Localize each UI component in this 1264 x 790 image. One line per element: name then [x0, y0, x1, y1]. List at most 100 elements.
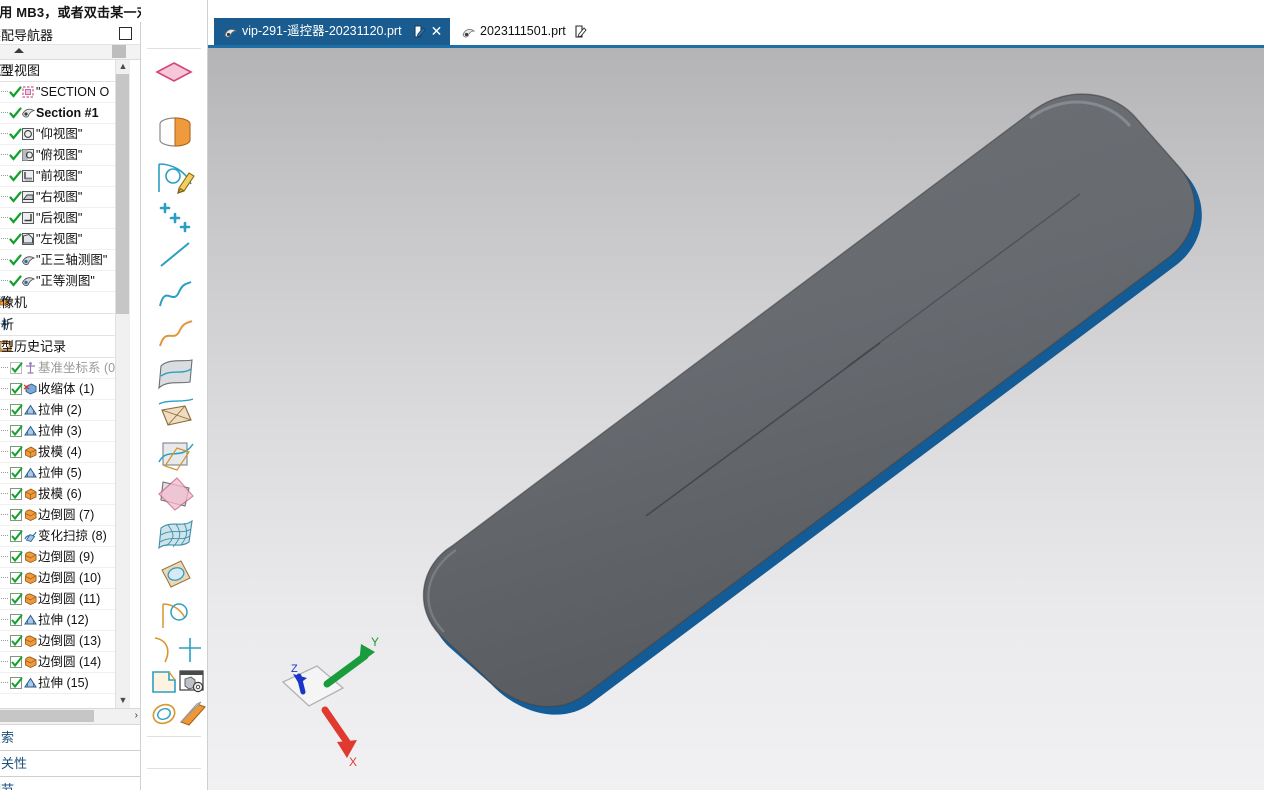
feature-suppress-checkbox[interactable] [10, 383, 23, 395]
sketch-icon[interactable] [153, 57, 193, 93]
3d-graphics-viewport[interactable]: Z Y X [208, 48, 1264, 790]
scroll-right-arrow-icon[interactable]: › [135, 709, 138, 723]
tree-item-feature-label: 边倒圆 (7) [38, 508, 95, 522]
feature-suppress-checkbox[interactable] [10, 467, 23, 479]
green-check-icon[interactable] [9, 254, 22, 266]
green-check-icon[interactable] [9, 128, 22, 140]
feature-oval-1 [1110, 416, 1156, 460]
datum-csys-icon [23, 361, 38, 375]
green-check-icon[interactable] [9, 275, 22, 287]
feature-round-small-2 [950, 553, 980, 581]
edit-badge-icon[interactable] [413, 23, 426, 39]
green-check-icon[interactable] [9, 212, 22, 224]
tree-item-feature-label: 边倒圆 (9) [38, 550, 95, 564]
tree-connector [0, 493, 8, 494]
tree-item-view-label: "左视图" [36, 232, 83, 246]
green-check-icon[interactable] [9, 86, 22, 98]
tree-item-camera-label: 摄像机 [0, 295, 28, 310]
strip-scroll-thumb[interactable] [112, 45, 126, 58]
tree-right-gutter [129, 60, 140, 708]
tree-connector [0, 280, 8, 281]
feature-suppress-checkbox[interactable] [10, 614, 23, 626]
tree-item-view-label: "正三轴测图" [36, 253, 108, 267]
tree-connector [0, 514, 8, 515]
feature-highlight-cyan-3 [1121, 299, 1148, 332]
feature-suppress-checkbox[interactable] [10, 551, 23, 563]
tree-connector [0, 112, 8, 113]
feature-suppress-checkbox[interactable] [10, 362, 23, 374]
collapsed-panel-2[interactable]: 细节 [0, 777, 140, 790]
hscrollbar-thumb[interactable] [0, 710, 94, 722]
tab-2023111501[interactable]: 2023111501.prt [452, 18, 612, 45]
tree-scrollbar-thumb[interactable] [116, 74, 130, 314]
through-curve-mesh-icon[interactable] [155, 396, 195, 432]
green-check-icon[interactable] [9, 149, 22, 161]
green-check-icon[interactable] [9, 107, 22, 119]
document-tab-bar[interactable]: vip-291-遥控器-20231120.prt ✕ 2023111501.pr… [208, 0, 1264, 48]
tree-item-feature-label: 收缩体 (1) [38, 382, 95, 396]
tree-item-view-label: "俯视图" [36, 148, 83, 162]
spline-icon[interactable] [155, 276, 195, 312]
law-extension-icon[interactable] [155, 596, 195, 632]
tree-horizontal-scrollbar[interactable]: › [0, 708, 140, 725]
shrink-body-icon [23, 382, 38, 396]
collapsed-panel-0[interactable]: 搜索 [0, 725, 140, 751]
feature-suppress-checkbox[interactable] [10, 677, 23, 689]
nx-part-icon [461, 24, 476, 39]
caret-up-icon[interactable] [14, 48, 24, 53]
green-check-icon[interactable] [9, 170, 22, 182]
feature-suppress-checkbox[interactable] [10, 404, 23, 416]
line-icon[interactable] [155, 238, 195, 274]
tab-vip-291[interactable]: vip-291-遥控器-20231120.prt ✕ [214, 18, 450, 45]
edge-blend-icon [23, 634, 38, 648]
tree-item-feature-label: 拔模 (4) [38, 445, 82, 459]
tree-item-feature-label: 边倒圆 (14) [38, 655, 102, 669]
tree-connector [0, 556, 8, 557]
tree-item-view-label: "仰视图" [36, 127, 83, 141]
scroll-up-arrow-icon[interactable]: ▲ [116, 60, 130, 74]
green-check-icon[interactable] [9, 233, 22, 245]
tree-connector [0, 388, 8, 389]
four-point-surface-icon[interactable] [155, 516, 195, 552]
collapsed-panel-1[interactable]: 相关性 [0, 751, 140, 777]
tree-item-view-label: "后视图" [36, 211, 83, 225]
orientation-triad[interactable]: Z Y X [265, 630, 385, 770]
studio-spline-sketch-icon[interactable] [155, 158, 195, 194]
tree-connector [0, 175, 8, 176]
feature-suppress-checkbox[interactable] [10, 509, 23, 521]
navigator-collapse-strip[interactable] [0, 45, 140, 60]
feature-suppress-checkbox[interactable] [10, 446, 23, 458]
scroll-down-arrow-icon[interactable]: ▼ [116, 694, 130, 708]
n-sided-surface-icon[interactable] [155, 476, 195, 512]
studio-surface-icon[interactable] [155, 556, 195, 592]
close-icon[interactable]: ✕ [430, 23, 443, 39]
tree-group-model-views-label: 模型视图 [0, 63, 41, 78]
feature-suppress-checkbox[interactable] [10, 572, 23, 584]
swept-icon[interactable] [155, 436, 195, 472]
feature-suppress-checkbox[interactable] [10, 656, 23, 668]
through-curves-icon[interactable] [155, 356, 195, 392]
tree-item-feature-label: 拉伸 (12) [38, 613, 89, 627]
tree-item-feature-label: 拉伸 (5) [38, 466, 82, 480]
navigator-tree[interactable]: 模型视图 "SECTION O Section #1 "仰视图" "俯视图" "前视图"… [0, 60, 140, 708]
feature-capsule-1 [1066, 434, 1106, 476]
curve-surface-toolbar[interactable] [141, 0, 319, 790]
feature-oval-2 [1148, 371, 1194, 415]
feature-bump-small-2 [925, 507, 947, 529]
feature-highlight-cyan-1 [982, 474, 1022, 504]
feature-suppress-checkbox[interactable] [10, 635, 23, 647]
feature-suppress-checkbox[interactable] [10, 488, 23, 500]
feature-suppress-checkbox[interactable] [10, 593, 23, 605]
edit-badge-icon[interactable] [574, 23, 587, 39]
tree-item-feature-label: 拉伸 (15) [38, 676, 89, 690]
sketch-in-task-env-icon[interactable] [155, 114, 195, 150]
feature-suppress-checkbox[interactable] [10, 425, 23, 437]
collapsed-panels[interactable]: 搜索相关性细节预览 [0, 725, 140, 790]
tree-connector [0, 430, 8, 431]
feature-suppress-checkbox[interactable] [10, 530, 23, 542]
pin-checkbox-icon[interactable] [119, 27, 132, 40]
studio-spline-icon[interactable] [155, 316, 195, 352]
tree-connector [0, 409, 8, 410]
green-check-icon[interactable] [9, 191, 22, 203]
point-set-icon[interactable] [155, 198, 195, 234]
